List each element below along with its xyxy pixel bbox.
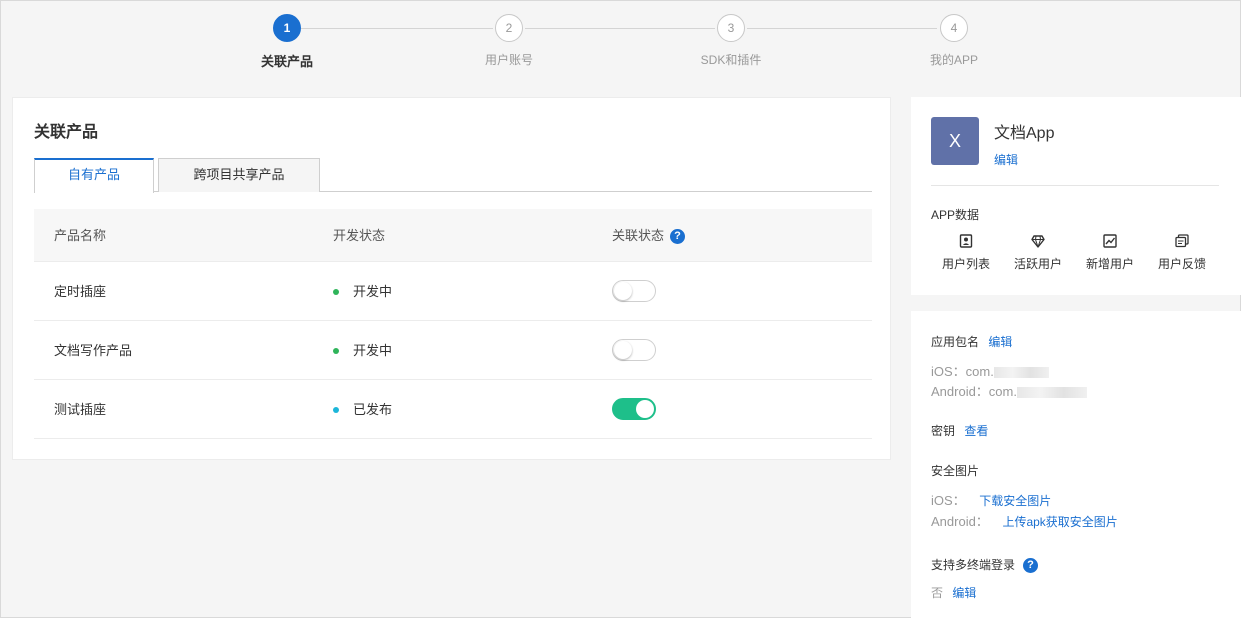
table-row: 测试插座 已发布 — [34, 380, 872, 439]
product-table: 产品名称 开发状态 关联状态? 定时插座 开发中 文档写作产品 开发中 测试插座… — [34, 209, 872, 439]
status-dot-icon — [333, 406, 339, 413]
multi-login-row: 支持多终端登录? — [931, 556, 1039, 574]
tab-shared-products[interactable]: 跨项目共享产品 — [158, 158, 320, 192]
edit-package-link[interactable]: 编辑 — [988, 335, 1012, 349]
divider — [931, 185, 1219, 186]
security-image-label: 安全图片 — [931, 464, 980, 478]
toggle-knob — [636, 400, 654, 418]
help-icon[interactable]: ? — [670, 229, 686, 245]
dev-status: 开发中 — [333, 321, 392, 380]
status-dot-icon — [333, 347, 339, 354]
secret-label: 密钥 — [931, 424, 956, 438]
status-dot-icon — [333, 288, 339, 295]
dev-status: 已发布 — [333, 380, 392, 439]
multi-login-value-row: 否 编辑 — [931, 584, 976, 601]
header-product-name: 产品名称 — [54, 228, 107, 243]
step-label: 用户账号 — [484, 53, 533, 67]
multi-login-value: 否 — [931, 586, 944, 600]
android-label: Android： — [931, 514, 989, 529]
edit-app-link[interactable]: 编辑 — [994, 151, 1018, 168]
stat-label: 用户列表 — [941, 257, 990, 271]
edit-multi-login-link[interactable]: 编辑 — [952, 586, 976, 600]
step-number: 3 — [717, 14, 745, 42]
linked-products-card: 关联产品 自有产品 跨项目共享产品 产品名称 开发状态 关联状态? 定时插座 开… — [12, 97, 891, 460]
multi-login-label: 支持多终端登录 — [931, 558, 1016, 572]
toggle-knob — [614, 282, 632, 300]
card-title: 关联产品 — [34, 124, 99, 141]
app-avatar: X — [931, 117, 979, 165]
stat-feedback[interactable]: 用户反馈 — [1146, 232, 1218, 272]
step-2[interactable]: 2 用户账号 — [449, 14, 569, 68]
link-toggle[interactable] — [612, 280, 656, 302]
table-row: 文档写作产品 开发中 — [34, 321, 872, 380]
stat-label: 活跃用户 — [1013, 257, 1062, 271]
toggle-knob — [614, 341, 632, 359]
help-icon[interactable]: ? — [1023, 558, 1039, 574]
ios-label: iOS： — [931, 493, 966, 508]
step-number: 2 — [495, 14, 523, 42]
step-number: 4 — [940, 14, 968, 42]
redacted-value — [1016, 387, 1087, 399]
view-secret-link[interactable]: 查看 — [964, 424, 988, 438]
step-4[interactable]: 4 我的APP — [894, 14, 1014, 68]
step-1[interactable]: 1 关联产品 — [227, 14, 347, 70]
header-link-status-label: 关联状态 — [612, 228, 665, 243]
ios-security-row: iOS： 下载安全图片 — [931, 490, 1051, 509]
android-package: Android：com. — [931, 381, 1087, 400]
diamond-icon — [1002, 232, 1074, 250]
app-data-title: APP数据 — [931, 208, 980, 222]
product-tabs: 自有产品 跨项目共享产品 — [34, 158, 872, 193]
contact-book-icon — [930, 232, 1002, 250]
stat-active-users[interactable]: 活跃用户 — [1002, 232, 1074, 272]
secret-row: 密钥 查看 — [931, 422, 988, 439]
step-label: 我的APP — [929, 53, 978, 67]
redacted-value — [993, 367, 1049, 379]
tab-own-products[interactable]: 自有产品 — [34, 158, 154, 193]
dev-status-text: 已发布 — [353, 402, 393, 417]
dev-status: 开发中 — [333, 262, 392, 321]
product-name: 测试插座 — [54, 402, 107, 417]
dev-status-text: 开发中 — [353, 284, 393, 299]
download-security-image-link[interactable]: 下载安全图片 — [979, 494, 1051, 508]
app-name: 文档App — [994, 125, 1055, 142]
table-row: 定时插座 开发中 — [34, 262, 872, 321]
package-name-label: 应用包名 — [931, 335, 980, 349]
link-toggle[interactable] — [612, 339, 656, 361]
step-progress: 1 关联产品 2 用户账号 3 SDK和插件 4 我的APP — [1, 14, 1241, 74]
app-settings-panel: 应用包名 编辑 iOS：com. Android：com. 密钥 查看 安全图片… — [911, 311, 1241, 618]
step-number: 1 — [273, 14, 301, 42]
ios-package: iOS：com. — [931, 361, 1049, 380]
message-icon — [1146, 232, 1218, 250]
dev-status-text: 开发中 — [353, 343, 393, 358]
product-name: 定时插座 — [54, 284, 107, 299]
link-toggle[interactable] — [612, 398, 656, 420]
stat-label: 新增用户 — [1085, 257, 1134, 271]
ios-package-text: iOS：com. — [931, 364, 994, 379]
step-label: 关联产品 — [260, 54, 313, 69]
upload-apk-link[interactable]: 上传apk获取安全图片 — [1002, 515, 1117, 529]
step-3[interactable]: 3 SDK和插件 — [671, 14, 791, 68]
trend-chart-icon — [1074, 232, 1146, 250]
android-security-row: Android： 上传apk获取安全图片 — [931, 511, 1118, 530]
product-name: 文档写作产品 — [54, 343, 133, 358]
header-dev-status: 开发状态 — [333, 228, 386, 243]
header-link-status: 关联状态? — [612, 209, 686, 262]
stat-label: 用户反馈 — [1157, 257, 1206, 271]
app-info-panel: X 文档App 编辑 APP数据 用户列表 活跃用户 新增用户 用户反馈 — [911, 97, 1241, 295]
stat-user-list[interactable]: 用户列表 — [930, 232, 1002, 272]
package-name-row: 应用包名 编辑 — [931, 333, 1012, 350]
step-label: SDK和插件 — [700, 53, 762, 67]
table-header: 产品名称 开发状态 关联状态? — [34, 209, 872, 262]
stat-new-users[interactable]: 新增用户 — [1074, 232, 1146, 272]
android-package-text: Android：com. — [931, 384, 1017, 399]
